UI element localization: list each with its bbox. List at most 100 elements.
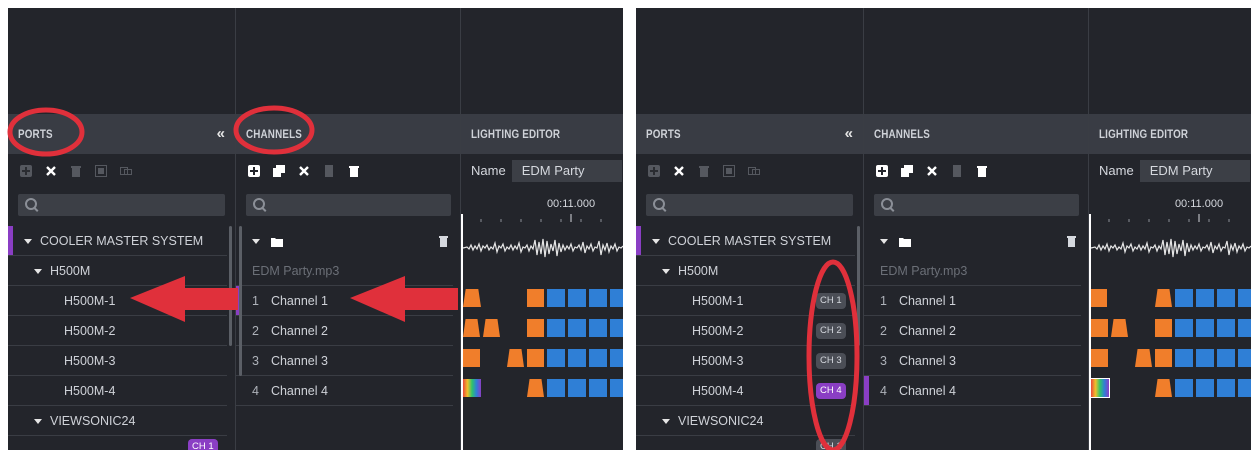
effect-block[interactable]: [1091, 289, 1107, 307]
effect-block[interactable]: [1155, 379, 1172, 397]
effect-block[interactable]: [547, 349, 565, 367]
effect-block[interactable]: [1111, 319, 1128, 337]
effect-block[interactable]: [1091, 319, 1108, 337]
channel-badge[interactable]: CH 1: [816, 439, 846, 450]
copy-icon[interactable]: [901, 165, 913, 177]
port-group-row[interactable]: COOLER MASTER SYSTEM: [8, 226, 227, 256]
effect-block[interactable]: [507, 349, 524, 367]
effect-block[interactable]: [1217, 289, 1235, 307]
effect-block[interactable]: [1155, 289, 1172, 307]
effect-block[interactable]: [1196, 319, 1214, 337]
effect-block[interactable]: [1238, 289, 1251, 307]
collapse-icon[interactable]: «: [217, 114, 225, 154]
trash-icon[interactable]: [348, 165, 360, 177]
effect-block[interactable]: [610, 379, 623, 397]
trash-icon[interactable]: [70, 165, 82, 177]
file-icon[interactable]: [323, 165, 335, 177]
effect-block[interactable]: [1175, 379, 1193, 397]
effect-block[interactable]: [568, 379, 586, 397]
effect-block[interactable]: [610, 349, 623, 367]
channel-row[interactable]: 4 Channel 4: [236, 376, 453, 406]
channels-search-input[interactable]: [246, 194, 451, 216]
lighting-track[interactable]: [463, 347, 623, 369]
name-input[interactable]: EDM Party: [511, 160, 622, 182]
channel-badge[interactable]: CH 1: [816, 293, 846, 309]
close-icon[interactable]: [298, 165, 310, 177]
channel-row[interactable]: 1 Channel 1: [864, 286, 1081, 316]
channels-scrollbar[interactable]: [239, 226, 242, 376]
effect-block[interactable]: [1155, 349, 1172, 367]
effect-block[interactable]: [568, 349, 586, 367]
lighting-track[interactable]: [1091, 347, 1251, 369]
close-icon[interactable]: [926, 165, 938, 177]
lighting-track[interactable]: [1091, 317, 1251, 339]
timeline-ruler[interactable]: [1089, 214, 1251, 222]
lighting-track[interactable]: [463, 287, 623, 309]
effect-block[interactable]: [1196, 379, 1214, 397]
effect-block[interactable]: [463, 349, 480, 367]
lighting-track[interactable]: [463, 377, 623, 399]
timeline-ruler[interactable]: [461, 214, 623, 222]
add-icon[interactable]: [248, 165, 260, 177]
port-item[interactable]: H500M-1: [8, 286, 227, 316]
name-input[interactable]: EDM Party: [1139, 160, 1250, 182]
channel-badge[interactable]: CH 4: [816, 383, 846, 399]
effect-block[interactable]: [1217, 349, 1235, 367]
port-device-row[interactable]: VIEWSONIC24: [8, 406, 227, 436]
effect-block[interactable]: [527, 349, 544, 367]
effect-block[interactable]: [547, 379, 565, 397]
trash-icon[interactable]: [698, 165, 710, 177]
duplicate-icon[interactable]: [748, 165, 760, 177]
trash-icon[interactable]: [438, 235, 449, 247]
ports-scrollbar[interactable]: [857, 226, 860, 346]
channel-row[interactable]: 1 Channel 1: [236, 286, 453, 316]
effect-block[interactable]: [589, 289, 607, 307]
ports-search-input[interactable]: [18, 194, 225, 216]
trash-icon[interactable]: [1066, 235, 1077, 247]
effect-block[interactable]: [1196, 349, 1214, 367]
effect-block[interactable]: [568, 289, 586, 307]
ports-search-input[interactable]: [646, 194, 853, 216]
port-item[interactable]: H500M-4: [8, 376, 227, 406]
channel-row[interactable]: 3 Channel 3: [864, 346, 1081, 376]
channels-search-input[interactable]: [874, 194, 1079, 216]
folder-row[interactable]: [864, 226, 1081, 256]
effect-block[interactable]: [483, 319, 500, 337]
channel-row[interactable]: 2 Channel 2: [236, 316, 453, 346]
lighting-track[interactable]: [463, 317, 623, 339]
effect-block[interactable]: [1091, 349, 1108, 367]
folder-row[interactable]: [236, 226, 453, 256]
ports-scrollbar[interactable]: [229, 226, 232, 346]
port-item[interactable]: H500M-1 CH 1: [636, 286, 855, 316]
channel-badge[interactable]: CH 2: [816, 323, 846, 339]
effect-block[interactable]: [527, 319, 544, 337]
effect-block[interactable]: [1135, 349, 1152, 367]
port-item[interactable]: H500M-3: [8, 346, 227, 376]
port-item[interactable]: H500M-3 CH 3: [636, 346, 855, 376]
effect-block[interactable]: [1090, 378, 1110, 398]
channel-badge[interactable]: CH 1: [188, 439, 218, 450]
port-item[interactable]: H500M-4 CH 4: [636, 376, 855, 406]
effect-block[interactable]: [463, 379, 481, 397]
file-icon[interactable]: [951, 165, 963, 177]
channel-badge[interactable]: CH 3: [816, 353, 846, 369]
effect-block[interactable]: [1238, 349, 1251, 367]
effect-block[interactable]: [1217, 319, 1235, 337]
effect-block[interactable]: [463, 289, 481, 307]
lighting-track[interactable]: [1091, 287, 1251, 309]
duplicate-icon[interactable]: [120, 165, 132, 177]
add-icon[interactable]: [648, 165, 660, 177]
effect-block[interactable]: [589, 379, 607, 397]
add-icon[interactable]: [20, 165, 32, 177]
effect-block[interactable]: [1238, 319, 1251, 337]
channel-row[interactable]: 3 Channel 3: [236, 346, 453, 376]
effect-block[interactable]: [1155, 319, 1172, 337]
collapse-icon[interactable]: «: [845, 114, 853, 154]
channel-row[interactable]: 2 Channel 2: [864, 316, 1081, 346]
effect-block[interactable]: [527, 289, 544, 307]
channel-row[interactable]: 4 Channel 4: [864, 376, 1081, 406]
effect-block[interactable]: [1196, 289, 1214, 307]
effect-block[interactable]: [568, 319, 586, 337]
port-group-row[interactable]: COOLER MASTER SYSTEM: [636, 226, 855, 256]
close-icon[interactable]: [673, 165, 685, 177]
